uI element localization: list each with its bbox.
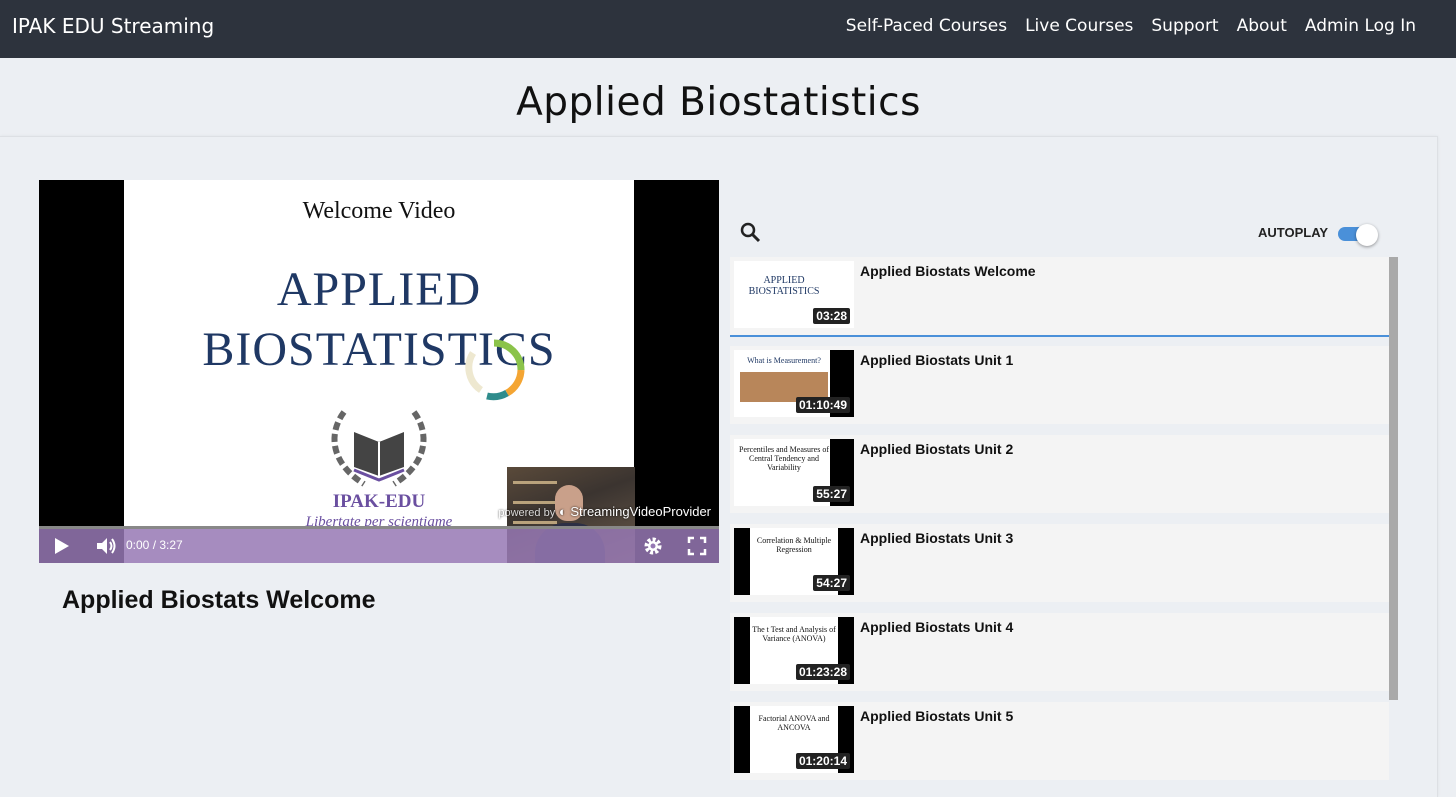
playlist-item-title: Applied Biostats Unit 3 — [860, 530, 1014, 546]
duration-badge: 01:20:14 — [795, 753, 850, 769]
mute-button[interactable] — [95, 529, 119, 563]
playlist-item[interactable]: The t Test and Analysis of Variance (ANO… — [730, 613, 1389, 691]
playlist-item[interactable]: APPLIED BIOSTATISTICS 03:28 Applied Bios… — [730, 257, 1389, 337]
volume-icon — [97, 538, 116, 554]
laurel-book-logo-icon — [331, 410, 427, 487]
thumbnail-text: The t Test and Analysis of Variance (ANO… — [752, 625, 836, 643]
fullscreen-button[interactable] — [687, 529, 707, 563]
slide-title: APPLIED BIOSTATISTICS — [124, 260, 634, 380]
thumbnail-sidebar — [734, 617, 750, 684]
nav-about[interactable]: About — [1237, 16, 1287, 36]
nav-support[interactable]: Support — [1151, 16, 1218, 36]
provider-logo-icon: ◐ — [558, 504, 567, 519]
video-thumbnail: The t Test and Analysis of Variance (ANO… — [734, 617, 854, 684]
powered-by-watermark: powered by ◐ StreamingVideoProvider — [498, 504, 711, 519]
playlist-scrollbar[interactable] — [1389, 257, 1398, 700]
current-video-title: Applied Biostats Welcome — [62, 586, 376, 614]
duration-badge: 55:27 — [813, 486, 850, 502]
loading-spinner-icon — [465, 339, 525, 401]
thumbnail-text: APPLIED BIOSTATISTICS — [748, 275, 820, 297]
video-thumbnail: What is Measurement? 01:10:49 — [734, 350, 854, 417]
settings-button[interactable] — [642, 529, 664, 563]
video-thumbnail: Correlation & Multiple Regression 54:27 — [734, 528, 854, 595]
nav-live-courses[interactable]: Live Courses — [1025, 16, 1133, 36]
top-navbar: IPAK EDU Streaming Self-Paced Courses Li… — [0, 0, 1456, 58]
nav-links: Self-Paced Courses Live Courses Support … — [828, 16, 1416, 36]
fullscreen-icon — [687, 536, 707, 556]
thumbnail-text: Percentiles and Measures of Central Tend… — [739, 445, 829, 472]
nav-admin-log-in[interactable]: Admin Log In — [1305, 16, 1416, 36]
brand-link[interactable]: IPAK EDU Streaming — [12, 14, 214, 38]
playlist-item-title: Applied Biostats Unit 5 — [860, 708, 1014, 724]
duration-badge: 01:10:49 — [795, 397, 850, 413]
powered-by-text: powered by — [498, 507, 556, 519]
playlist-item[interactable]: Percentiles and Measures of Central Tend… — [730, 435, 1389, 513]
thumbnail-text: Correlation & Multiple Regression — [756, 536, 832, 554]
gear-icon — [644, 537, 662, 555]
toggle-knob — [1356, 224, 1378, 246]
playlist-item-title: Applied Biostats Welcome — [860, 263, 1036, 279]
slide-title-line1: APPLIED — [276, 263, 482, 316]
video-player[interactable]: Welcome Video APPLIED BIOSTATISTICS IPAK… — [39, 180, 719, 563]
duration-badge: 54:27 — [813, 575, 850, 591]
video-time: 0:00 / 3:27 — [126, 538, 183, 552]
bookshelf — [513, 481, 557, 484]
page-title: Applied Biostatistics — [516, 80, 921, 125]
play-icon — [55, 538, 69, 554]
play-button[interactable] — [51, 529, 71, 563]
duration-badge: 01:23:28 — [795, 664, 850, 680]
playlist-item-title: Applied Biostats Unit 2 — [860, 441, 1014, 457]
playlist-search-button[interactable] — [739, 221, 761, 248]
autoplay-label: AUTOPLAY — [1258, 225, 1329, 240]
slide-heading: Welcome Video — [302, 198, 456, 224]
thumbnail-sidebar — [734, 706, 750, 773]
playlist-item[interactable]: Factorial ANOVA and ANCOVA 01:20:14 Appl… — [730, 702, 1389, 780]
provider-name: StreamingVideoProvider — [570, 504, 711, 519]
playlist-item-title: Applied Biostats Unit 1 — [860, 352, 1014, 368]
autoplay-toggle[interactable] — [1338, 224, 1378, 246]
playlist: APPLIED BIOSTATISTICS 03:28 Applied Bios… — [730, 257, 1398, 785]
playlist-item-title: Applied Biostats Unit 4 — [860, 619, 1014, 635]
duration-badge: 03:28 — [813, 308, 850, 324]
thumbnail-text: What is Measurement? — [747, 356, 821, 365]
video-thumbnail: Factorial ANOVA and ANCOVA 01:20:14 — [734, 706, 854, 773]
thumbnail-sidebar — [734, 528, 750, 595]
slide-title-line2: BIOSTATISTICS — [202, 323, 556, 376]
video-controls: 0:00 / 3:27 — [39, 529, 719, 563]
nav-self-paced-courses[interactable]: Self-Paced Courses — [846, 16, 1007, 36]
thumbnail-text: Factorial ANOVA and ANCOVA — [758, 714, 830, 732]
bookshelf — [513, 521, 557, 524]
video-thumbnail: Percentiles and Measures of Central Tend… — [734, 439, 854, 506]
video-thumbnail: APPLIED BIOSTATISTICS 03:28 — [734, 261, 854, 328]
playlist-item[interactable]: What is Measurement? 01:10:49 Applied Bi… — [730, 346, 1389, 424]
playlist-item[interactable]: Correlation & Multiple Regression 54:27 … — [730, 524, 1389, 602]
search-icon — [740, 222, 761, 243]
